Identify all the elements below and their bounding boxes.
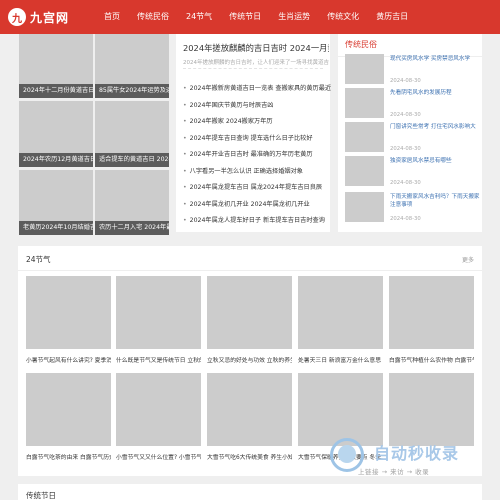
card-title[interactable]: 白露节气种植什么农作物 白露节气 xyxy=(389,355,474,364)
site-header: 九 九宫网 首页 传统民俗 24节气 传统节日 生肖运势 传统文化 黄历吉日 xyxy=(0,0,500,34)
article-thumbnail[interactable] xyxy=(345,54,384,84)
more-link[interactable]: 更多 xyxy=(462,255,474,264)
section-title[interactable]: 传统节日 xyxy=(26,490,56,500)
grid-caption: 老黄历2024年10月结婚吉... xyxy=(19,221,93,235)
article-date: 2024-08-30 xyxy=(390,180,421,186)
article-thumbnail[interactable] xyxy=(345,88,384,118)
grid-card-1[interactable]: 2024年十二月份黄道吉日有 xyxy=(19,34,93,98)
nav-home[interactable]: 首页 xyxy=(104,0,125,34)
site-logo[interactable]: 九 九宫网 xyxy=(8,7,69,27)
card-title[interactable]: 小暑节气起风有什么讲究? 夏季消 xyxy=(26,355,111,364)
side-article[interactable]: 现代买房风水学 买房禁忌风水学 2024-08-30 xyxy=(345,54,479,84)
panel-title[interactable]: 传统民俗 xyxy=(345,39,377,50)
solar-term-card[interactable]: 白露节气种植什么农作物 白露节气 xyxy=(389,276,474,364)
solar-term-card[interactable]: 立秋又忌的好处与功效 立秋的养生 xyxy=(207,276,292,364)
side-article[interactable]: 先看阴宅风水的发展历程 2024-08-30 xyxy=(345,88,479,118)
article-date: 2024-08-30 xyxy=(390,216,421,222)
solar-term-card[interactable]: 什么既是节气又是传统节日 立秋的 xyxy=(116,276,201,364)
solar-term-card[interactable]: 大雪节气吃6大传统美食 养生小知 xyxy=(207,373,292,461)
article-list: 2024年搬新房黄道吉日一览表 查搬家具的黄历最近 2024年国庆节黄历与时辰吉… xyxy=(183,81,333,230)
side-article[interactable]: 下雨天搬家风水吉利吗？下雨天搬家注意事项 2024-08-30 xyxy=(345,192,482,222)
list-item[interactable]: 2024年搬家 2024搬家万年历 xyxy=(183,114,333,131)
list-item[interactable]: 2024年国庆节黄历与时辰吉凶 xyxy=(183,98,333,115)
article-date: 2024-08-30 xyxy=(390,146,421,152)
grid-caption: 适合提车的黄道吉日 2024... xyxy=(95,153,169,167)
card-image[interactable] xyxy=(207,276,292,349)
card-title[interactable]: 小雪节气又又什么位置? 小雪节气 xyxy=(116,452,201,461)
solar-term-card[interactable]: 小雪节气又又什么位置? 小雪节气 xyxy=(116,373,201,461)
article-title[interactable]: 现代买房风水学 买房禁忌风水学 xyxy=(390,55,482,63)
card-image[interactable] xyxy=(207,373,292,446)
grid-caption: 2024年农历12月黄道吉日 xyxy=(19,153,93,167)
nav-almanac[interactable]: 黄历吉日 xyxy=(371,0,413,34)
side-article[interactable]: 独资家居风水禁忌有哪些 2024-08-30 xyxy=(345,156,479,186)
list-item[interactable]: 2024年属龙人提车好日子 新车提车吉日吉时查询 xyxy=(183,213,333,230)
grid-card-3[interactable]: 2024年农历12月黄道吉日 xyxy=(19,101,93,167)
article-title[interactable]: 下雨天搬家风水吉利吗？下雨天搬家注意事项 xyxy=(390,193,482,209)
card-title[interactable]: 白露节气吃茶的由来 白露节气历史 xyxy=(26,452,111,461)
logo-text: 九宫网 xyxy=(30,10,70,25)
side-article[interactable]: 门窗讲究些常考 打住宅风水影响大 2024-08-30 xyxy=(345,122,479,152)
article-thumbnail[interactable] xyxy=(345,122,384,152)
watermark-text: 自动秒收录 xyxy=(374,444,460,463)
solar-term-card[interactable]: 小暑节气起风有什么讲究? 夏季消 xyxy=(26,276,111,364)
main-nav: 首页 传统民俗 24节气 传统节日 生肖运势 传统文化 黄历吉日 xyxy=(104,0,420,34)
grid-caption: 2024年十二月份黄道吉日有 xyxy=(19,84,93,98)
headline-summary: 2024年搓放麒麟的吉日吉时，让人们迎来了一场寻找黄道吉 xyxy=(183,60,329,66)
watermark: 自动秒收录 上链接 → 来访 → 收录 xyxy=(330,436,480,480)
card-title[interactable]: 大雪节气吃6大传统美食 养生小知 xyxy=(207,452,292,461)
grid-card-4[interactable]: 适合提车的黄道吉日 2024... xyxy=(95,101,169,167)
grid-caption: 农历十二月入宅 2024年最... xyxy=(95,221,169,235)
article-thumbnail[interactable] xyxy=(345,156,384,186)
list-item[interactable]: 2024年搬新房黄道吉日一览表 查搬家具的黄历最近 xyxy=(183,81,333,98)
list-item[interactable]: 2024年开业吉日吉时 最准确的万年历老黄历 xyxy=(183,147,333,164)
article-title[interactable]: 先看阴宅风水的发展历程 xyxy=(390,89,482,97)
nav-festivals[interactable]: 传统节日 xyxy=(224,0,266,34)
card-image[interactable] xyxy=(298,276,383,349)
logo-icon: 九 xyxy=(8,8,26,26)
divider xyxy=(18,270,482,271)
festivals-section: 传统节日 xyxy=(18,484,482,500)
headline-link[interactable]: 2024年搓放麒麟的吉日吉时 2024一月黄道吉 xyxy=(183,42,329,54)
nav-culture[interactable]: 传统文化 xyxy=(322,0,364,34)
card-image[interactable] xyxy=(26,276,111,349)
list-item[interactable]: 2024年提车吉日查询 提车选什么日子比较好 xyxy=(183,131,333,148)
card-title[interactable]: 处暑天三日 新浪富万金什么意思 xyxy=(298,355,383,364)
article-thumbnail[interactable] xyxy=(345,192,384,222)
article-date: 2024-08-30 xyxy=(390,112,421,118)
nav-solar-terms[interactable]: 24节气 xyxy=(181,0,217,34)
grid-card-6[interactable]: 农历十二月入宅 2024年最... xyxy=(95,170,169,235)
article-date: 2024-08-30 xyxy=(390,78,421,84)
section-title[interactable]: 24节气 xyxy=(26,254,51,265)
card-image[interactable] xyxy=(116,373,201,446)
grid-card-5[interactable]: 老黄历2024年10月结婚吉... xyxy=(19,170,93,235)
list-item[interactable]: 2024年属龙初几开业 2024年属龙初几开业 xyxy=(183,197,333,214)
divider xyxy=(183,68,323,69)
nav-zodiac-fortune[interactable]: 生肖运势 xyxy=(273,0,315,34)
card-title[interactable]: 什么既是节气又是传统节日 立秋的 xyxy=(116,355,201,364)
grid-caption: 85属牛女2024年运势及运... xyxy=(95,84,169,98)
card-image[interactable] xyxy=(26,373,111,446)
watermark-logo-inner xyxy=(338,445,356,463)
solar-term-card[interactable]: 处暑天三日 新浪富万金什么意思 xyxy=(298,276,383,364)
nav-folk-customs[interactable]: 传统民俗 xyxy=(132,0,174,34)
list-item[interactable]: 2024年属龙提车吉日 属龙2024年提车吉日良辰 xyxy=(183,180,333,197)
headline-panel: 2024年搓放麒麟的吉日吉时 2024一月黄道吉 2024年搓放麒麟的吉日吉时，… xyxy=(176,34,333,232)
grid-card-2[interactable]: 85属牛女2024年运势及运... xyxy=(95,34,169,98)
solar-term-card[interactable]: 白露节气吃茶的由来 白露节气历史 xyxy=(26,373,111,461)
article-title[interactable]: 门窗讲究些常考 打住宅风水影响大 xyxy=(390,123,482,131)
folk-customs-panel: 传统民俗 现代买房风水学 买房禁忌风水学 2024-08-30 先看阴宅风水的发… xyxy=(338,34,482,232)
watermark-subtext: 上链接 → 来访 → 收录 xyxy=(358,468,430,476)
article-title[interactable]: 独资家居风水禁忌有哪些 xyxy=(390,157,482,165)
list-item[interactable]: 八字看另一半怎么认识 正确选择婚姻对象 xyxy=(183,164,333,181)
card-image[interactable] xyxy=(116,276,201,349)
card-title[interactable]: 立秋又忌的好处与功效 立秋的养生 xyxy=(207,355,292,364)
card-image[interactable] xyxy=(389,276,474,349)
